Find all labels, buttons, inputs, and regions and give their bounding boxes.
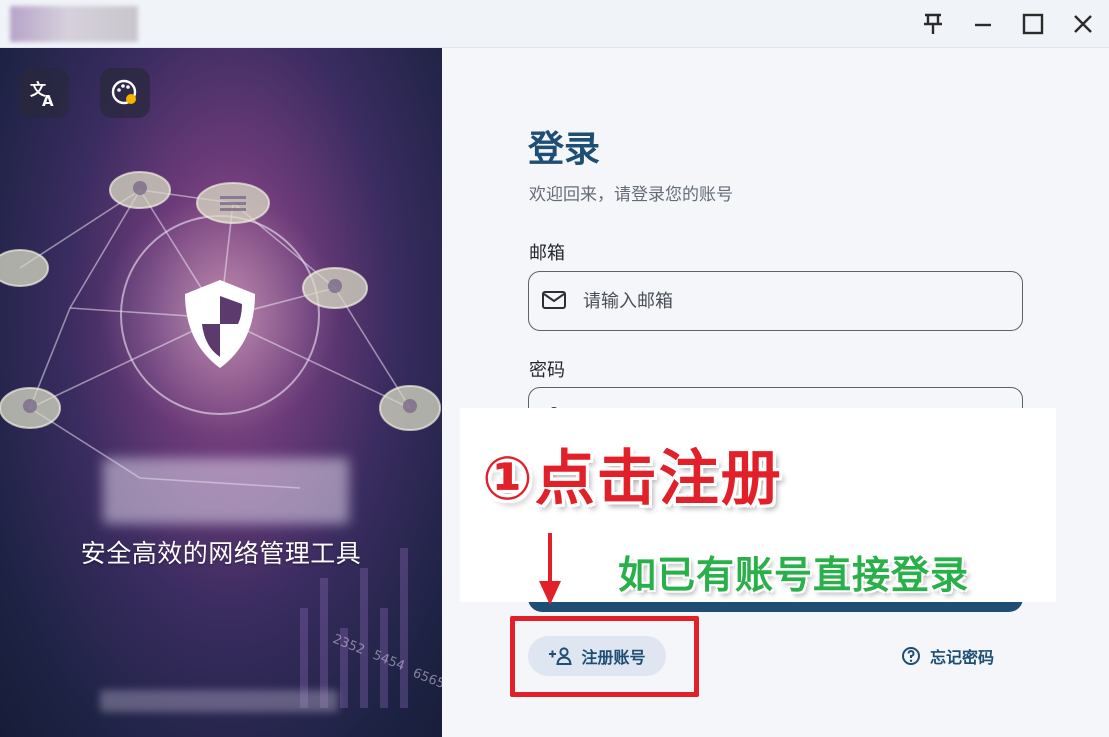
minimize-icon [975, 23, 991, 27]
email-label: 邮箱 [529, 243, 565, 264]
translate-icon: 文 A [30, 80, 54, 108]
pin-icon [924, 13, 942, 34]
minimize-button[interactable] [966, 8, 1000, 40]
deco-number-3: 6565 [411, 666, 442, 692]
theme-button[interactable] [100, 68, 150, 118]
app-window: 文 A 安全高效的网络管理工具 2352 5454 6565 登录 欢迎回来，请… [0, 0, 1109, 737]
hero-tagline: 安全高效的网络管理工具 [80, 539, 362, 568]
email-input[interactable] [583, 284, 1003, 318]
deco-number-1: 2352 [331, 632, 367, 658]
tutorial-note-text: 如已有账号直接登录 [618, 553, 970, 597]
forgot-password-link[interactable]: 忘记密码 [901, 642, 994, 670]
svg-text:A: A [42, 92, 54, 108]
maximize-icon [1022, 13, 1044, 35]
deco-number-2: 5454 [371, 648, 407, 674]
help-circle-icon [902, 647, 920, 665]
email-field[interactable] [528, 271, 1023, 331]
close-icon [1074, 15, 1092, 33]
app-name-blurred [103, 458, 349, 524]
password-label: 密码 [529, 360, 565, 381]
tutorial-step-text: ①点击注册 [482, 444, 783, 514]
title-bar [0, 0, 1109, 48]
page-subtitle: 欢迎回来，请登录您的账号 [529, 185, 733, 205]
annotation-arrow-icon [539, 533, 561, 605]
language-button[interactable]: 文 A [19, 68, 69, 118]
close-button[interactable] [1066, 8, 1100, 40]
decorative-numbers: 2352 5454 6565 [331, 632, 442, 692]
app-logo [10, 6, 138, 42]
palette-icon [111, 79, 137, 105]
version-blurred [100, 690, 338, 712]
forgot-password-label: 忘记密码 [930, 648, 995, 667]
maximize-button[interactable] [1016, 8, 1050, 40]
mail-icon [542, 291, 566, 309]
annotation-highlight-box [510, 616, 699, 697]
pin-button[interactable] [916, 8, 950, 40]
page-title: 登录 [528, 129, 601, 170]
hero-panel: 文 A 安全高效的网络管理工具 2352 5454 6565 [0, 48, 442, 737]
